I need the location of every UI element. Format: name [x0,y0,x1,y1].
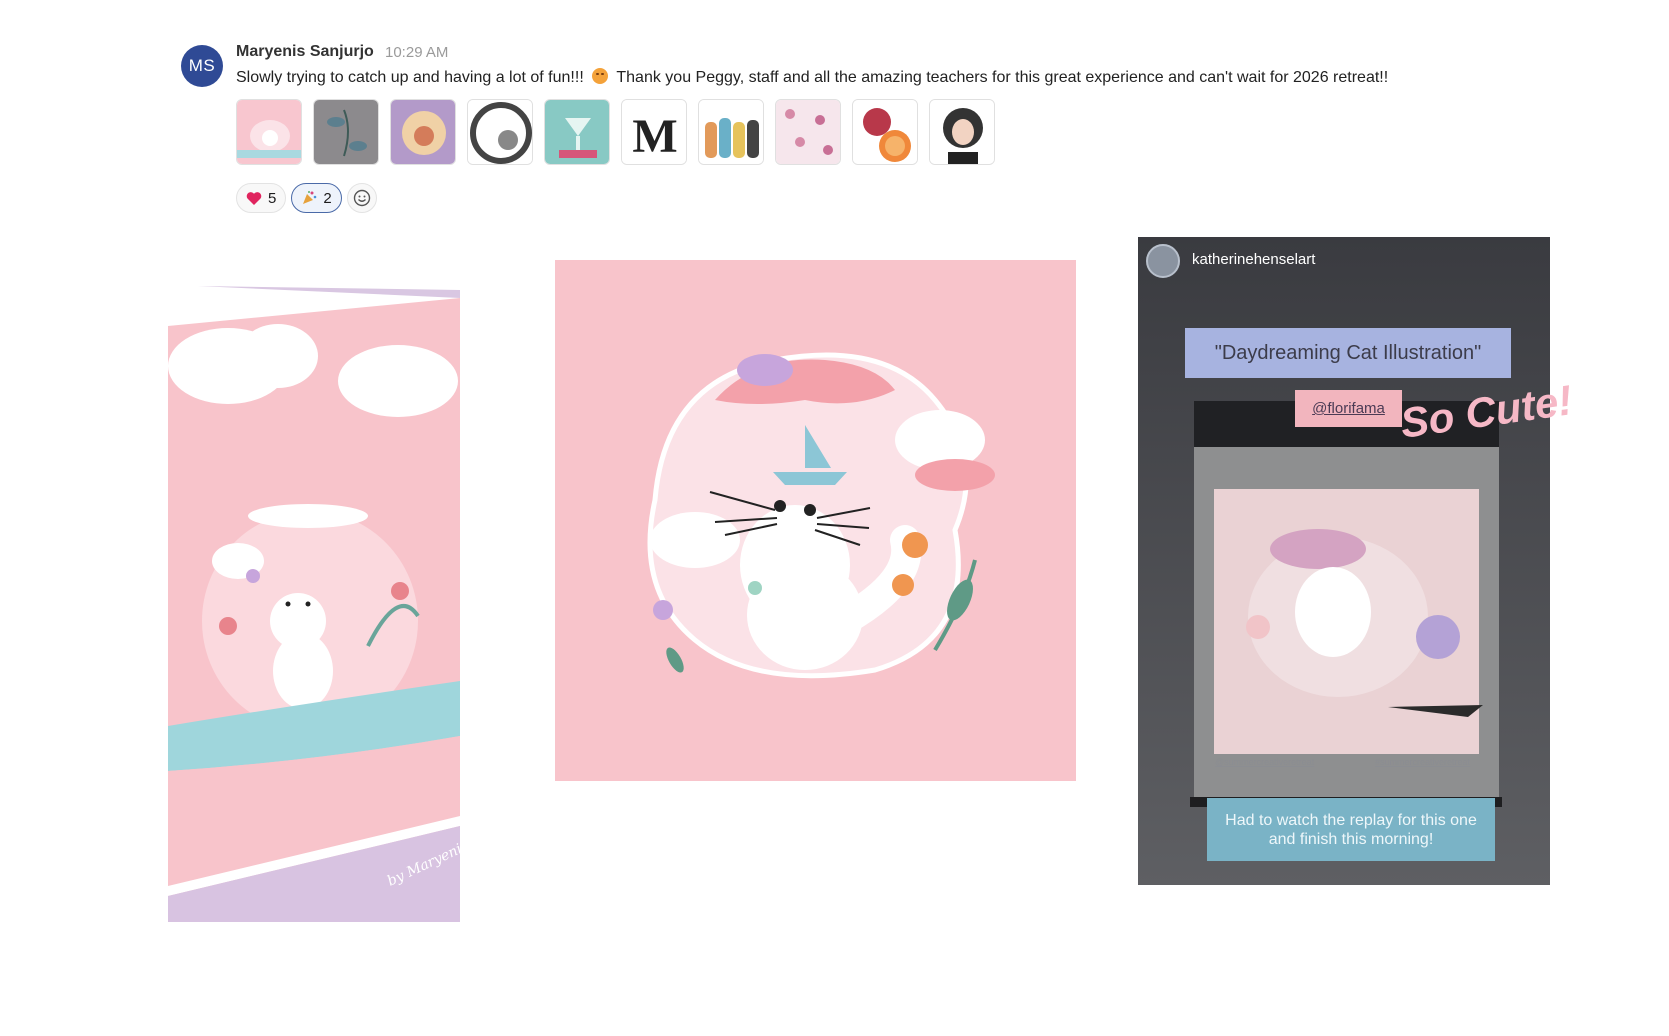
message-timestamp[interactable]: 10:29 AM [385,44,448,61]
thumb-citrus[interactable] [852,99,918,165]
thumb-pink-cat[interactable] [236,99,302,165]
thumb-letter-m[interactable]: M [621,99,687,165]
story-caption: Had to watch the replay for this one and… [1207,798,1495,861]
message-text-part-1: Slowly trying to catch up and having a l… [236,69,584,86]
reaction-count: 2 [323,189,332,207]
thumb-floral-pattern[interactable] [775,99,841,165]
smiling-face-emoji-icon [592,68,609,84]
thumb-girl-portrait[interactable] [929,99,995,165]
story-title-sticker: "Daydreaming Cat Illustration" [1185,328,1511,378]
story-mention-tag[interactable]: @florifama [1295,390,1402,427]
instagram-username[interactable]: katherinehenselart [1192,251,1315,268]
author-name[interactable]: Maryenis Sanjurjo [236,43,374,61]
add-reaction-icon [353,189,370,207]
thumb-cats[interactable] [698,99,764,165]
message-text-part-2: Thank you Peggy, staff and all the amazi… [616,69,1389,86]
reaction-bar: 5 2 [236,183,377,213]
reaction-heart[interactable]: 5 [236,183,287,213]
party-popper-icon [303,191,317,204]
instagram-avatar[interactable] [1146,244,1180,278]
attachment-thumbnails: M [236,99,995,165]
message-text: Slowly trying to catch up and having a l… [236,68,1388,87]
add-reaction-button[interactable] [346,183,377,213]
artwork-daydreaming-cat[interactable] [555,260,1076,781]
heart-icon [246,191,262,205]
thumb-moon-flowers[interactable] [467,99,533,165]
story-hashtag-left: @summercreativeretreat [1215,757,1315,767]
artwork-wallpaper[interactable]: by Maryenis 08/15 [168,286,460,922]
thumb-birds[interactable] [313,99,379,165]
reaction-party-popper[interactable]: 2 [291,183,342,213]
reaction-count: 5 [268,189,277,207]
avatar[interactable]: MS [181,45,223,87]
thumb-bear[interactable] [390,99,456,165]
thumb-cocktail[interactable] [544,99,610,165]
story-hashtag-right: #summercreativeretreat [1375,757,1471,767]
svg-text:M: M [632,110,677,163]
